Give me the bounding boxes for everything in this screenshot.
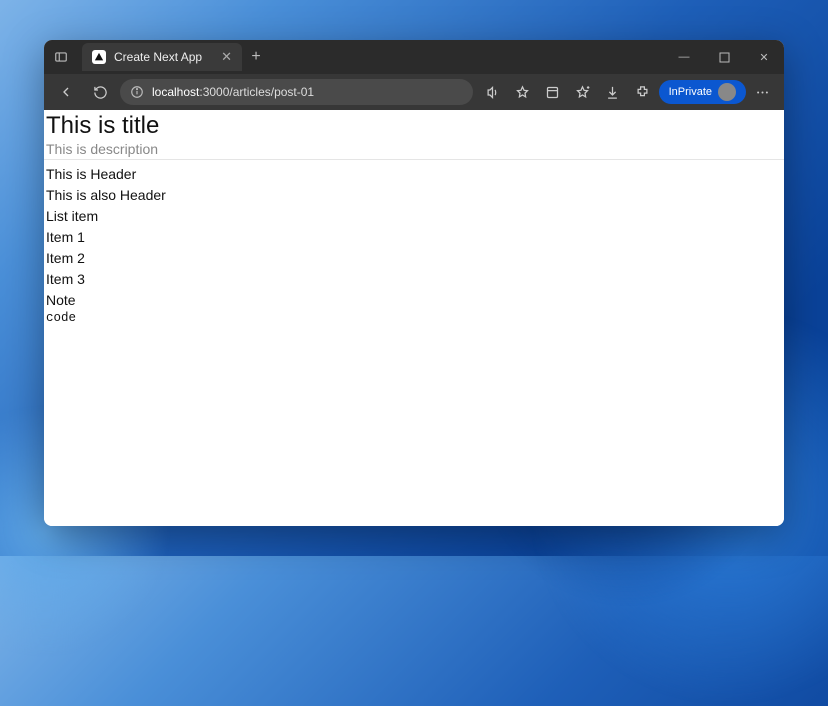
extensions-icon[interactable]: [629, 78, 657, 106]
content-line: Item 2: [44, 248, 784, 269]
favorites-star-icon[interactable]: [569, 78, 597, 106]
content-code: code: [44, 310, 784, 326]
tab-title: Create Next App: [114, 50, 213, 64]
browser-window: Create Next App ✕ + — ✕ localhost:3000/a…: [44, 40, 784, 526]
page-content: This is title This is description This i…: [44, 110, 784, 526]
inprivate-badge[interactable]: InPrivate: [659, 80, 746, 104]
avatar-icon: [718, 83, 736, 101]
content-line: Item 3: [44, 269, 784, 290]
title-bar: Create Next App ✕ + — ✕: [44, 40, 784, 74]
content-line: This is Header: [44, 164, 784, 185]
collections-icon[interactable]: [539, 78, 567, 106]
tab-active[interactable]: Create Next App ✕: [82, 43, 242, 71]
toolbar: localhost:3000/articles/post-01: [44, 74, 784, 110]
favicon-icon: [92, 50, 106, 64]
address-bar[interactable]: localhost:3000/articles/post-01: [120, 79, 473, 105]
content-line: Note: [44, 290, 784, 311]
window-close-button[interactable]: ✕: [744, 40, 784, 74]
window-minimize-button[interactable]: —: [664, 40, 704, 74]
content-line: This is also Header: [44, 185, 784, 206]
url-text: localhost:3000/articles/post-01: [152, 85, 314, 99]
tab-actions-icon[interactable]: [44, 50, 78, 64]
more-icon[interactable]: [748, 78, 776, 106]
site-info-icon[interactable]: [130, 85, 144, 99]
content-line: Item 1: [44, 227, 784, 248]
refresh-button[interactable]: [86, 78, 114, 106]
downloads-icon[interactable]: [599, 78, 627, 106]
page-description: This is description: [44, 141, 784, 160]
content-line: List item: [44, 206, 784, 227]
back-button[interactable]: [52, 78, 80, 106]
window-maximize-button[interactable]: [704, 40, 744, 74]
page-title: This is title: [44, 110, 784, 141]
read-aloud-icon[interactable]: [479, 78, 507, 106]
new-tab-button[interactable]: +: [242, 48, 270, 66]
favorite-icon[interactable]: [509, 78, 537, 106]
tab-close-icon[interactable]: ✕: [221, 49, 232, 65]
